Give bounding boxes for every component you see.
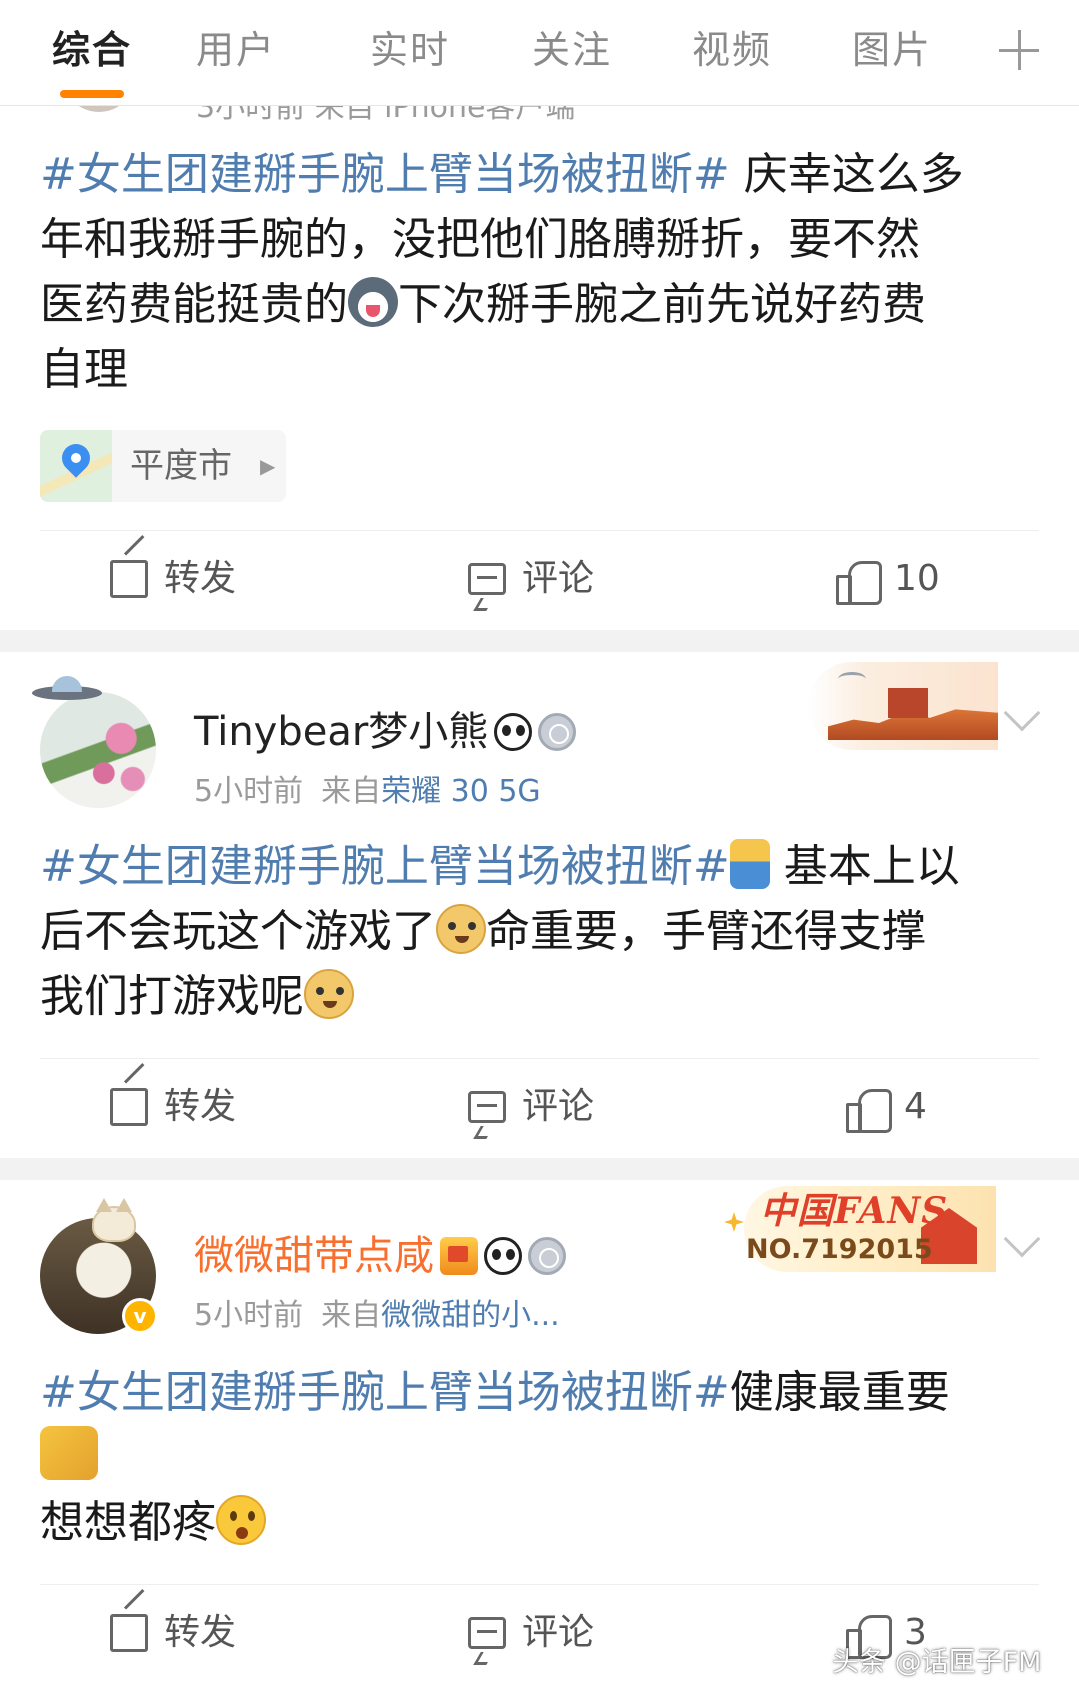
chevron-down-icon[interactable]: [1003, 694, 1041, 732]
like-button[interactable]: 4: [846, 1059, 927, 1155]
post-action-bar: 转发 评论 10: [40, 530, 1039, 626]
thumbs-up-icon: [846, 1087, 892, 1133]
post-time: 5小时前: [194, 1298, 304, 1333]
comment-button[interactable]: 评论: [468, 531, 594, 627]
tab-video[interactable]: 视频: [692, 24, 772, 76]
medal-badge-icon: [528, 1237, 566, 1275]
username-text: Tinybear梦小熊: [194, 709, 489, 755]
post-text-line: 基本上以: [783, 841, 960, 892]
china-fans-card-decoration: 中国FANS NO.7192015: [724, 1178, 996, 1278]
crown-badge-icon: [440, 1237, 478, 1275]
panda-badge-icon: [494, 713, 533, 751]
husky-emoji-icon: [348, 277, 398, 327]
post-from: 来自: [321, 1298, 382, 1333]
like-count: 10: [894, 558, 940, 599]
repost-icon: [110, 560, 148, 598]
topic-link[interactable]: #女生团建掰手腕上臂当场被扭断#: [40, 841, 730, 892]
post-time: 5小时前: [194, 774, 304, 809]
repost-button[interactable]: 转发: [110, 1585, 236, 1681]
sitting-figure-emoji-icon: [729, 839, 770, 889]
fans-title: 中国FANS: [760, 1190, 949, 1232]
comment-label: 评论: [522, 558, 595, 599]
post-text-line: 自理: [40, 344, 128, 395]
post-body: #女生团建掰手腕上臂当场被扭断# 基本上以 后不会玩这个游戏了 命重要，手臂还得支…: [40, 834, 1040, 1029]
cat-avatar-pendant-icon: [92, 1198, 136, 1242]
dove-icon: [838, 672, 866, 686]
chevron-right-icon: ▶: [260, 454, 276, 478]
username-text: 微微甜带点咸: [194, 1233, 434, 1279]
tab-comprehensive[interactable]: 综合: [52, 24, 132, 76]
comment-label: 评论: [522, 1086, 595, 1127]
post-text-line: 医药费能挺贵的: [40, 279, 348, 330]
post-source[interactable]: 荣耀 30 5G: [381, 774, 541, 809]
topic-link[interactable]: #女生团建掰手腕上臂当场被扭断#: [40, 1367, 730, 1418]
comment-icon: [468, 563, 506, 595]
great-wall-card-decoration: [808, 662, 998, 750]
map-thumbnail: [40, 430, 112, 502]
fans-number: NO.7192015: [746, 1234, 933, 1265]
medal-badge-icon: [538, 713, 577, 751]
repost-button[interactable]: 转发: [110, 1059, 236, 1155]
comment-label: 评论: [522, 1612, 595, 1653]
post-body: #女生团建掰手腕上臂当场被扭断#健康最重要 想想都疼: [40, 1360, 1040, 1555]
surprised-face-emoji-icon: [216, 1495, 266, 1545]
praying-hands-emoji-icon: [40, 1426, 98, 1480]
ufo-avatar-pendant-icon: [32, 676, 102, 702]
comment-button[interactable]: 评论: [468, 1585, 594, 1681]
repost-icon: [110, 1614, 148, 1652]
tab-realtime[interactable]: 实时: [370, 24, 450, 76]
post-action-bar: 转发 评论 4: [40, 1058, 1039, 1154]
tab-images[interactable]: 图片: [852, 24, 932, 76]
username[interactable]: 微微甜带点咸: [194, 1228, 566, 1284]
post-text-line: 健康最重要: [729, 1367, 950, 1418]
chevron-down-icon[interactable]: [1003, 1220, 1041, 1258]
panda-badge-icon: [484, 1237, 522, 1275]
username[interactable]: Tinybear梦小熊: [194, 704, 577, 760]
active-tab-indicator: [60, 90, 124, 98]
comment-button[interactable]: 评论: [468, 1059, 594, 1155]
post-meta: 5小时前 来自荣耀 30 5G: [194, 770, 541, 814]
watermark: 头条 @话匣子FM: [832, 1647, 1042, 1678]
location-label: 平度市: [130, 446, 232, 486]
repost-label: 转发: [164, 1612, 237, 1653]
post-text-line: 庆幸这么多: [729, 149, 964, 200]
doge-emoji-icon: [436, 904, 486, 954]
post-text-line: 后不会玩这个游戏了: [40, 906, 436, 957]
verified-badge-icon: v: [122, 1298, 158, 1334]
search-tab-bar: 综合 用户 实时 关注 视频 图片: [0, 0, 1079, 106]
repost-label: 转发: [164, 558, 237, 599]
post-text-line: 下次掰手腕之前先说好药费: [398, 279, 926, 330]
post-separator: [0, 630, 1079, 652]
post-separator: [0, 1158, 1079, 1180]
location-chip[interactable]: 平度市 ▶: [40, 430, 286, 502]
post-from: 来自: [321, 774, 382, 809]
topic-link[interactable]: #女生团建掰手腕上臂当场被扭断#: [40, 149, 730, 200]
post-meta: 5小时前 来自微微甜的小...: [194, 1294, 560, 1338]
map-pin-icon: [56, 438, 96, 478]
post-body: #女生团建掰手腕上臂当场被扭断# 庆幸这么多 年和我掰手腕的，没把他们胳膊掰折，…: [40, 142, 1040, 402]
repost-label: 转发: [164, 1086, 237, 1127]
repost-button[interactable]: 转发: [110, 531, 236, 627]
post-text-line: 命重要，手臂还得支撑: [486, 906, 926, 957]
avatar[interactable]: [40, 692, 156, 808]
post-text-line: 我们打游戏呢: [40, 971, 304, 1022]
comment-icon: [468, 1091, 506, 1123]
post-text-line: 年和我掰手腕的，没把他们胳膊掰折，要不然: [40, 214, 920, 265]
sparkle-icon: [724, 1212, 744, 1232]
like-count: 4: [904, 1086, 927, 1127]
repost-icon: [110, 1088, 148, 1126]
tab-following[interactable]: 关注: [532, 24, 612, 76]
thumbs-up-icon: [836, 559, 882, 605]
doge-emoji-icon: [304, 969, 354, 1019]
comment-icon: [468, 1617, 506, 1649]
tab-users[interactable]: 用户: [196, 24, 276, 76]
plus-icon[interactable]: [999, 30, 1039, 70]
like-button[interactable]: 10: [836, 531, 940, 627]
post-source[interactable]: 微微甜的小...: [381, 1298, 560, 1333]
post-text-line: 想想都疼: [40, 1497, 216, 1548]
